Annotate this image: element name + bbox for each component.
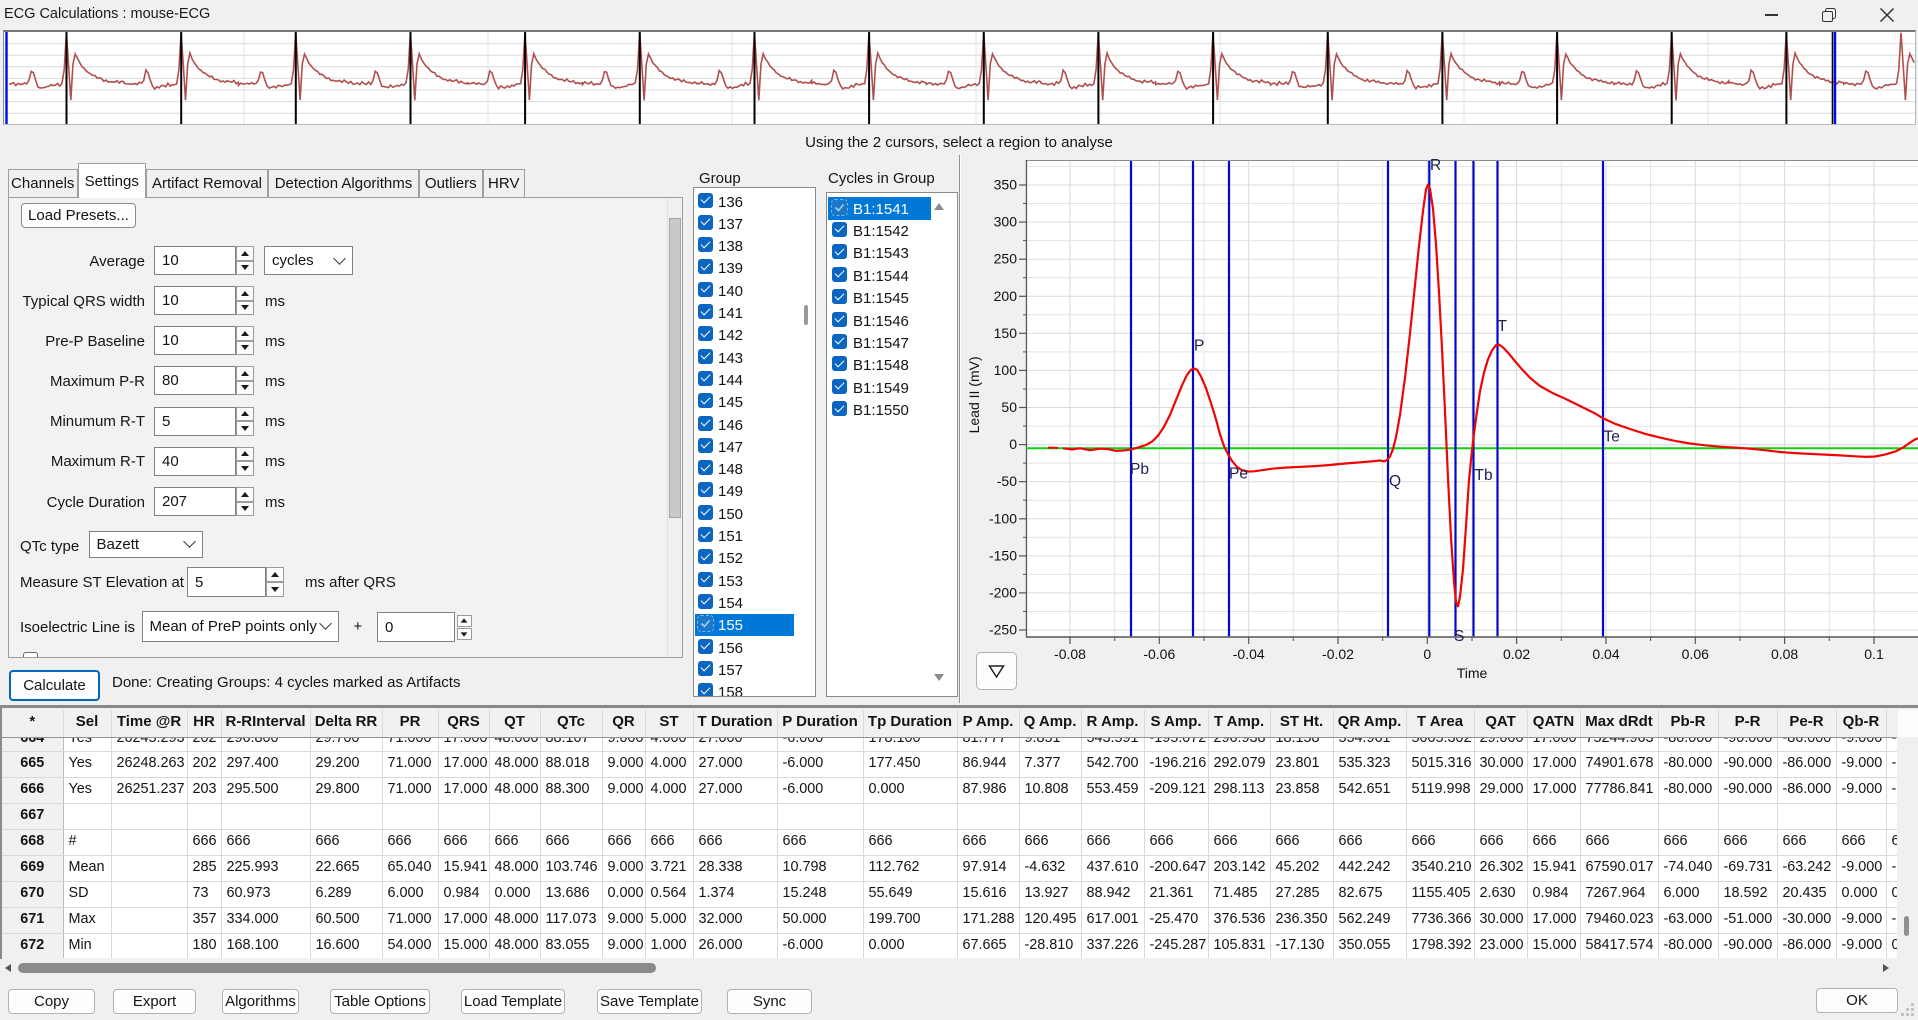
svg-text:100: 100	[994, 362, 1018, 378]
svg-text:Q: Q	[1389, 473, 1401, 490]
svg-text:150: 150	[994, 325, 1018, 341]
svg-text:-0.06: -0.06	[1143, 646, 1175, 662]
svg-text:300: 300	[994, 214, 1018, 230]
svg-text:P: P	[1194, 338, 1204, 355]
svg-text:Time: Time	[1457, 665, 1488, 681]
svg-text:0.1: 0.1	[1864, 646, 1884, 662]
svg-text:Pb: Pb	[1130, 461, 1149, 478]
svg-text:T: T	[1498, 318, 1508, 335]
svg-text:-0.04: -0.04	[1233, 646, 1265, 662]
svg-text:0.04: 0.04	[1592, 646, 1619, 662]
svg-text:-250: -250	[989, 622, 1017, 638]
svg-text:350: 350	[994, 177, 1018, 193]
svg-text:Tb: Tb	[1475, 467, 1493, 484]
svg-text:R: R	[1430, 157, 1441, 174]
svg-text:250: 250	[994, 251, 1018, 267]
svg-text:0.02: 0.02	[1503, 646, 1530, 662]
svg-text:Lead II (mV): Lead II (mV)	[966, 356, 982, 433]
svg-text:0.06: 0.06	[1682, 646, 1709, 662]
svg-text:-200: -200	[989, 584, 1017, 600]
svg-text:Pe: Pe	[1229, 466, 1248, 483]
svg-text:0: 0	[1009, 436, 1017, 452]
svg-text:Te: Te	[1604, 429, 1620, 446]
svg-text:-150: -150	[989, 547, 1017, 563]
svg-text:-100: -100	[989, 510, 1017, 526]
svg-text:200: 200	[994, 288, 1018, 304]
svg-text:0.08: 0.08	[1771, 646, 1798, 662]
svg-text:0: 0	[1423, 646, 1431, 662]
svg-text:-0.02: -0.02	[1322, 646, 1354, 662]
svg-text:50: 50	[1001, 399, 1017, 415]
svg-text:-50: -50	[997, 473, 1017, 489]
svg-text:-0.08: -0.08	[1054, 646, 1086, 662]
svg-text:S: S	[1454, 628, 1464, 645]
